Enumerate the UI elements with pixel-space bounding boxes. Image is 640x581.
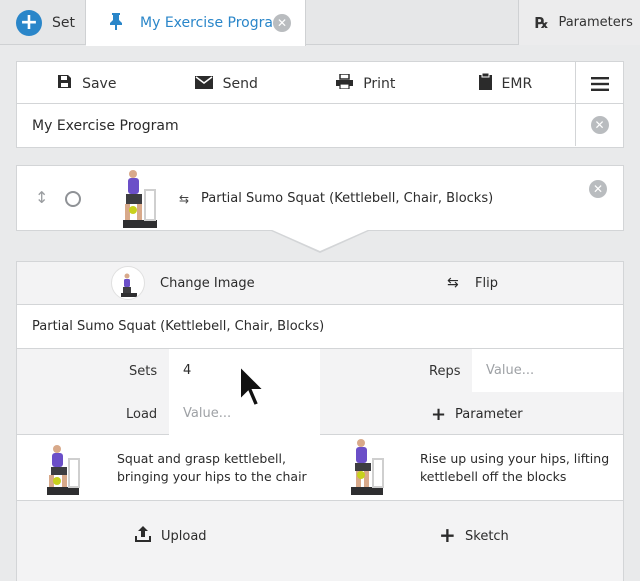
tab-parameters-label: Parameters bbox=[558, 15, 633, 30]
print-label: Print bbox=[363, 75, 396, 92]
select-radio[interactable] bbox=[65, 191, 81, 207]
change-image-thumbnail[interactable] bbox=[111, 266, 145, 300]
reps-input[interactable]: Value... bbox=[472, 349, 623, 392]
detail-pointer bbox=[270, 229, 370, 251]
sketch-button[interactable]: Sketch bbox=[465, 529, 509, 544]
exercise-row[interactable]: ↕ ⇆ Partial Sumo Squat (Kettlebell, Chai… bbox=[16, 165, 624, 231]
step-1-image[interactable] bbox=[43, 437, 83, 499]
flip-button[interactable]: Flip bbox=[475, 276, 498, 291]
reps-label: Reps bbox=[429, 364, 461, 379]
save-label: Save bbox=[82, 75, 117, 92]
cursor-icon bbox=[239, 364, 267, 408]
exercise-name-value: Partial Sumo Squat (Kettlebell, Chair, B… bbox=[32, 319, 325, 334]
save-button[interactable]: Save bbox=[17, 62, 157, 105]
pin-icon bbox=[108, 12, 126, 34]
load-placeholder: Value... bbox=[183, 406, 232, 421]
sketch-plus-icon[interactable]: + bbox=[439, 523, 456, 547]
tab-program-label: My Exercise Program bbox=[140, 15, 287, 31]
flip-icon[interactable]: ⇆ bbox=[447, 275, 459, 291]
send-icon bbox=[194, 75, 213, 93]
close-icon[interactable]: ✕ bbox=[273, 14, 291, 32]
media-actions-row: Upload + Sketch bbox=[17, 501, 623, 581]
exercise-thumbnail bbox=[123, 170, 157, 228]
upload-button[interactable]: Upload bbox=[161, 529, 207, 544]
clear-title-button[interactable]: ✕ bbox=[575, 104, 623, 146]
upload-icon[interactable] bbox=[134, 525, 152, 548]
send-label: Send bbox=[222, 75, 258, 92]
exercise-name-input[interactable]: Partial Sumo Squat (Kettlebell, Chair, B… bbox=[17, 305, 623, 349]
tab-my-exercise-program[interactable]: My Exercise Program ✕ bbox=[86, 0, 306, 46]
reps-placeholder: Value... bbox=[486, 363, 535, 378]
drag-handle-icon[interactable]: ↕ bbox=[35, 188, 48, 207]
tab-set[interactable]: + Set bbox=[0, 0, 86, 45]
plus-icon[interactable]: + bbox=[431, 404, 446, 425]
exercise-name: Partial Sumo Squat (Kettlebell, Chair, B… bbox=[201, 191, 494, 206]
step-1-line-1: Squat and grasp kettlebell, bbox=[117, 451, 286, 466]
emr-label: EMR bbox=[501, 75, 533, 92]
add-parameter-button[interactable]: Parameter bbox=[455, 407, 523, 422]
step-1-text[interactable]: Squat and grasp kettlebell, bringing you… bbox=[117, 450, 307, 486]
tab-set-label: Set bbox=[52, 14, 75, 31]
tab-parameters[interactable]: ℞ Parameters bbox=[518, 0, 640, 45]
step-2-line-1: Rise up using your hips, lifting bbox=[420, 451, 610, 466]
plus-icon: + bbox=[16, 9, 42, 36]
save-icon bbox=[57, 74, 72, 93]
program-title-field[interactable]: My Exercise Program ✕ bbox=[16, 104, 624, 148]
exercise-steps: Squat and grasp kettlebell, bringing you… bbox=[17, 435, 623, 501]
exercise-editor: Change Image ⇆ Flip Partial Sumo Squat (… bbox=[16, 261, 624, 581]
flip-icon: ⇆ bbox=[179, 192, 190, 206]
load-label: Load bbox=[126, 407, 158, 422]
tab-bar: + Set My Exercise Program ✕ ℞ Parameters bbox=[0, 0, 640, 46]
close-icon[interactable]: ✕ bbox=[589, 180, 607, 198]
emr-button[interactable]: EMR bbox=[436, 62, 576, 105]
step-2-image[interactable] bbox=[347, 437, 387, 499]
print-button[interactable]: Print bbox=[296, 62, 436, 105]
step-1-line-2: bringing your hips to the chair bbox=[117, 469, 307, 484]
step-2-text[interactable]: Rise up using your hips, lifting kettleb… bbox=[420, 450, 609, 486]
sets-value: 4 bbox=[183, 363, 192, 378]
change-image-button[interactable]: Change Image bbox=[160, 276, 255, 291]
clipboard-icon bbox=[478, 72, 492, 94]
print-icon bbox=[336, 73, 354, 93]
menu-icon[interactable] bbox=[575, 62, 623, 105]
parameters-grid: Sets 4 Reps Value... Load Value... + Par… bbox=[17, 349, 623, 435]
sets-label: Sets bbox=[129, 364, 158, 379]
send-button[interactable]: Send bbox=[157, 62, 297, 105]
program-toolbar: Save Send Print EMR bbox=[16, 61, 624, 105]
image-actions-row: Change Image ⇆ Flip bbox=[17, 262, 623, 305]
program-title: My Exercise Program bbox=[32, 117, 179, 134]
close-icon: ✕ bbox=[590, 116, 609, 134]
rx-icon: ℞ bbox=[535, 13, 549, 32]
step-2-line-2: kettlebell off the blocks bbox=[420, 469, 567, 484]
